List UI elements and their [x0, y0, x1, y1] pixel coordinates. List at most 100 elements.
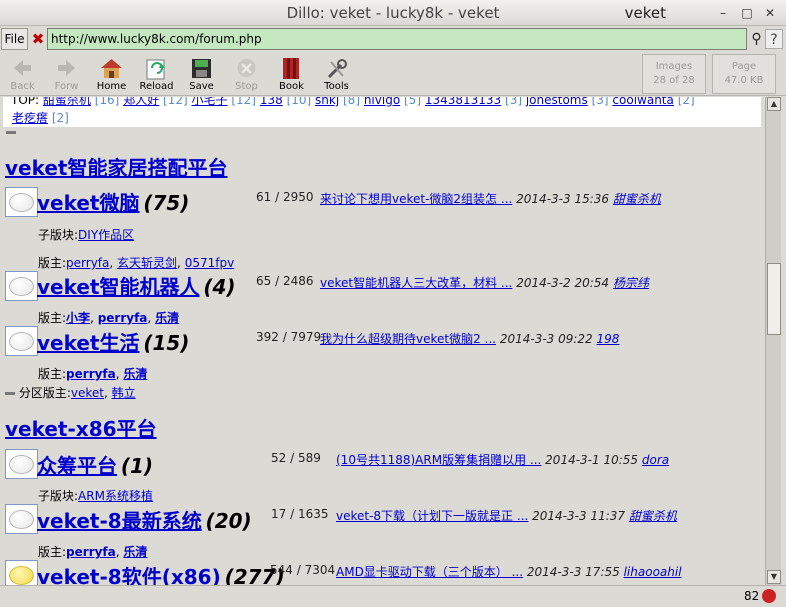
top-user-link[interactable]: 138: [260, 97, 283, 107]
top-user-link[interactable]: 甜蜜杀机: [43, 97, 91, 107]
forum-name-link[interactable]: veket微脑: [37, 191, 140, 215]
top-count: [3]: [591, 97, 609, 107]
forward-button[interactable]: Forw: [44, 52, 89, 96]
home-button[interactable]: Home: [89, 52, 134, 96]
moderator-link[interactable]: 小李: [66, 311, 90, 325]
bug-counter: 82: [744, 589, 760, 603]
reload-button[interactable]: Reload: [134, 52, 179, 96]
collapse-toggle[interactable]: [6, 131, 16, 134]
forum-status-icon: [5, 326, 38, 356]
tools-button[interactable]: Tools: [314, 52, 359, 96]
file-menu-button[interactable]: File: [1, 28, 28, 50]
forum-last-post: AMD显卡驱动下载（三个版本） ... 2014-3-3 17:55 lihao…: [336, 563, 682, 580]
url-input[interactable]: [47, 28, 747, 50]
subforum-label: 子版块:: [38, 489, 79, 503]
top-user-link[interactable]: jonestoms: [526, 97, 588, 107]
moderator-link[interactable]: 玄天斩灵剑: [117, 256, 177, 270]
scrollbar-thumb[interactable]: [767, 263, 781, 335]
last-post-link[interactable]: veket-8下载（计划下一版就是正 ...: [336, 509, 528, 523]
top-count: [2]: [677, 97, 695, 107]
scroll-down-icon[interactable]: ▼: [767, 570, 781, 584]
collapse-toggle[interactable]: [5, 392, 15, 395]
reload-label: Reload: [139, 81, 174, 92]
top-user-link[interactable]: 1343813133: [425, 97, 501, 107]
tools-icon: [327, 59, 347, 79]
search-icon[interactable]: ⚲: [749, 29, 764, 49]
last-post-user[interactable]: 甜蜜杀机: [629, 509, 677, 523]
status-bar: 82: [0, 585, 786, 607]
forum-title: veket-8软件(x86) (277): [37, 561, 285, 585]
forum-name-link[interactable]: 众筹平台: [37, 454, 117, 478]
moderator-link[interactable]: perryfa: [66, 367, 116, 381]
page-content: TOP: 甜蜜杀机 [16] 郑人好 [12] 小宅子 [12] 138 [10…: [0, 97, 764, 585]
vertical-scrollbar[interactable]: ▲ ▼: [765, 97, 781, 585]
top-count: [12]: [231, 97, 256, 107]
stop-button[interactable]: Stop: [224, 52, 269, 96]
scroll-up-icon[interactable]: ▲: [767, 97, 781, 111]
save-button[interactable]: Save: [179, 52, 224, 96]
last-post-user[interactable]: lihaooahil: [624, 565, 682, 579]
forum-name-link[interactable]: veket智能机器人: [37, 275, 200, 299]
last-post-link[interactable]: (10号共1188)ARM版筹集捐赠以用 ...: [336, 453, 541, 467]
last-post-user[interactable]: dora: [642, 453, 669, 467]
last-post-user[interactable]: 甜蜜杀机: [613, 192, 661, 206]
section-title[interactable]: veket智能家居搭配平台: [5, 152, 228, 181]
last-post-link[interactable]: 我为什么超级期待veket微脑2 ...: [320, 332, 496, 346]
zone-moderator-link[interactable]: veket: [71, 386, 104, 400]
forward-arrow-icon: [58, 60, 75, 76]
bookmarks-button[interactable]: Book: [269, 52, 314, 96]
moderator-link[interactable]: 0571fpv: [185, 256, 234, 270]
last-post-user[interactable]: 杨宗纬: [613, 276, 649, 290]
forum-name-link[interactable]: veket-8最新系统: [37, 509, 202, 533]
forum-last-post: 我为什么超级期待veket微脑2 ... 2014-3-3 09:22 198: [320, 330, 619, 347]
moderator-line: 版主:perryfa, 玄天斩灵剑, 0571fpv: [38, 256, 235, 270]
last-post-link[interactable]: veket智能机器人三大改革，材料 ...: [320, 276, 512, 290]
help-icon[interactable]: ?: [765, 29, 783, 49]
forum-count: (20): [205, 509, 252, 533]
forum-last-post: 来讨论下想用veket-微脑2组装怎 ... 2014-3-3 15:36 甜蜜…: [320, 190, 661, 207]
last-post-date: 2014-3-3 09:22: [499, 332, 593, 346]
tools-label: Tools: [324, 81, 349, 92]
forum-title: 众筹平台 (1): [37, 450, 153, 479]
zone-moderator-line: 分区版主:veket, 韩立: [5, 384, 136, 401]
bug-meter-icon[interactable]: [762, 589, 776, 603]
top-posters-box: TOP: 甜蜜杀机 [16] 郑人好 [12] 小宅子 [12] 138 [10…: [3, 97, 761, 127]
book-label: Book: [279, 81, 304, 92]
close-window-button[interactable]: ✕: [762, 5, 778, 21]
forum-name-link[interactable]: veket-8软件(x86): [37, 565, 221, 585]
moderator-link[interactable]: perryfa: [66, 256, 109, 270]
moderator-link[interactable]: 乐清: [123, 545, 147, 559]
subforum-link[interactable]: DIY作品区: [78, 228, 134, 242]
top-user-link[interactable]: coolwanta: [612, 97, 673, 107]
top-user-link[interactable]: 老疙瘩: [12, 111, 48, 125]
forum-name-link[interactable]: veket生活: [37, 331, 140, 355]
forum-last-post: veket智能机器人三大改革，材料 ... 2014-3-2 20:54 杨宗纬: [320, 274, 649, 291]
zone-moderator-link[interactable]: 韩立: [112, 386, 136, 400]
last-post-user[interactable]: 198: [597, 332, 620, 346]
section-title[interactable]: veket-x86平台: [5, 413, 157, 442]
top-user-link[interactable]: 小宅子: [192, 97, 228, 107]
reload-icon: [146, 59, 165, 80]
maximize-button[interactable]: □: [739, 5, 755, 21]
moderator-link[interactable]: perryfa: [66, 545, 116, 559]
subforum-line: 子版块:DIY作品区: [38, 226, 134, 243]
moderator-link[interactable]: 乐清: [123, 367, 147, 381]
moderator-label: 版主:: [38, 311, 67, 325]
top-user-link[interactable]: shkj: [315, 97, 339, 107]
moderator-label: 版主:: [38, 367, 67, 381]
back-button[interactable]: Back: [0, 52, 45, 96]
forum-stats: 52 / 589: [271, 451, 321, 465]
moderator-link[interactable]: 乐清: [155, 311, 179, 325]
clear-url-icon[interactable]: ✖: [30, 29, 46, 49]
moderator-link[interactable]: perryfa: [98, 311, 148, 325]
subforum-link[interactable]: ARM系统移植: [78, 489, 153, 503]
top-user-link[interactable]: nivigo: [364, 97, 400, 107]
forum-title: veket微脑 (75): [37, 187, 189, 216]
last-post-link[interactable]: 来讨论下想用veket-微脑2组装怎 ...: [320, 192, 512, 206]
last-post-link[interactable]: AMD显卡驱动下载（三个版本） ...: [336, 565, 523, 579]
forum-count: (1): [120, 454, 154, 478]
window-title: Dillo: veket - lucky8k - veket: [286, 4, 500, 22]
forum-status-icon: [5, 271, 38, 301]
minimize-button[interactable]: –: [715, 5, 731, 21]
top-user-link[interactable]: 郑人好: [123, 97, 159, 107]
